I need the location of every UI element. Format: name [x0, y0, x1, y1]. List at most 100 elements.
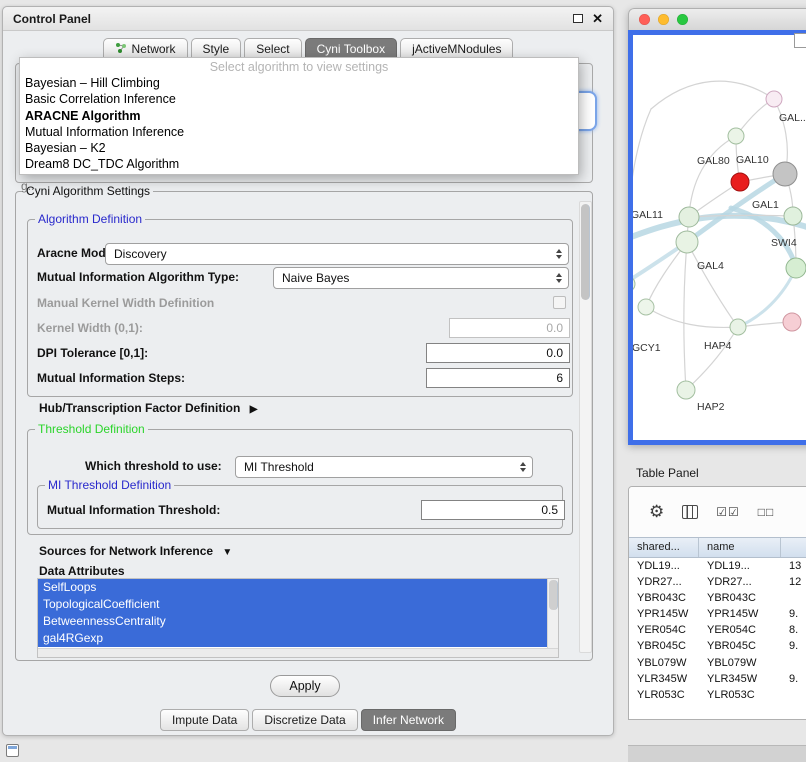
manual-kernel-checkbox[interactable] — [553, 296, 566, 309]
network-node[interactable] — [783, 313, 801, 331]
collapsed-arrow-icon[interactable]: ▶ — [250, 404, 258, 415]
hub-section-toggle[interactable]: Hub/Transcription Factor Definition ▶ — [39, 401, 257, 415]
mi-type-label: Mutual Information Algorithm Type: — [37, 270, 239, 284]
network-node[interactable] — [676, 231, 698, 253]
control-panel-titlebar[interactable]: Control Panel ✕ — [3, 7, 613, 31]
sources-section-toggle[interactable]: Sources for Network Inference ▼ — [39, 544, 232, 558]
table-row[interactable]: YBR043CYBR043C — [629, 590, 806, 606]
table-panel-title: Table Panel — [636, 466, 699, 480]
algorithm-option-mutual-information-inference[interactable]: Mutual Information Inference — [20, 124, 578, 140]
tab-label: jActiveMNodules — [412, 42, 501, 56]
mi-type-select[interactable]: Naive Bayes — [273, 267, 569, 289]
attribute-item-topologicalcoefficient[interactable]: TopologicalCoefficient — [38, 596, 547, 613]
table-cell: 9. — [781, 607, 806, 623]
network-edge[interactable] — [687, 242, 738, 327]
expanded-arrow-icon[interactable]: ▼ — [222, 547, 232, 558]
table-row[interactable]: YDR27...YDR27...12 — [629, 574, 806, 590]
scrollbar-thumb[interactable] — [581, 204, 590, 300]
network-node[interactable] — [731, 173, 749, 191]
attribute-item-gal4rgexp[interactable]: gal4RGexp — [38, 630, 547, 647]
table-row[interactable]: YDL19...YDL19...13 — [629, 558, 806, 574]
close-icon[interactable]: ✕ — [592, 12, 603, 25]
attributes-vscrollbar[interactable] — [547, 579, 558, 648]
network-node[interactable] — [786, 258, 806, 278]
node-label: GCY1 — [633, 342, 661, 354]
network-node[interactable] — [679, 207, 699, 227]
node-label: GAL1 — [752, 199, 779, 211]
minimized-panel-icon[interactable] — [6, 744, 19, 757]
algorithm-option-dream8-dc-tdc-algorithm[interactable]: Dream8 DC_TDC Algorithm — [20, 156, 578, 172]
deselect-all-checkboxes-icon[interactable]: □□ — [758, 505, 775, 519]
network-icon — [115, 42, 127, 57]
bottom-tab-impute-data[interactable]: Impute Data — [160, 709, 249, 731]
table-cell: YDL19... — [699, 558, 781, 574]
network-canvas[interactable]: GAL...GAL80GAL10GAL11GAL1SWI4GAL4GCY1HAP… — [633, 35, 806, 440]
network-canvas-svg: GAL...GAL80GAL10GAL11GAL1SWI4GAL4GCY1HAP… — [633, 35, 806, 440]
control-panel-title: Control Panel — [13, 12, 91, 26]
table-row[interactable]: YBL079WYBL079W — [629, 655, 806, 671]
algorithm-option-bayesian-hill-climbing[interactable]: Bayesian – Hill Climbing — [20, 75, 578, 91]
manual-kernel-label: Manual Kernel Width Definition — [37, 296, 214, 310]
bottom-tab-infer-network[interactable]: Infer Network — [361, 709, 456, 731]
algorithm-option-aracne-algorithm[interactable]: ARACNE Algorithm — [20, 108, 578, 124]
which-threshold-select[interactable]: MI Threshold — [235, 456, 533, 478]
mi-steps-field[interactable]: 6 — [426, 368, 570, 388]
table-cell: YBL079W — [629, 655, 699, 671]
select-all-checkboxes-icon[interactable]: ☑☑ — [716, 505, 740, 519]
algorithm-option-basic-correlation-inference[interactable]: Basic Correlation Inference — [20, 91, 578, 107]
node-label: GAL80 — [697, 155, 730, 167]
apply-button[interactable]: Apply — [270, 675, 340, 697]
table-row[interactable]: YLR345WYLR345W9. — [629, 671, 806, 687]
network-edge[interactable] — [684, 242, 687, 390]
canvas-corner-widget[interactable] — [794, 33, 806, 48]
columns-icon[interactable] — [682, 505, 698, 519]
node-label: HAP2 — [697, 401, 725, 413]
aracne-mode-value: Discovery — [114, 247, 548, 261]
column-header[interactable] — [781, 538, 806, 557]
network-edge[interactable] — [686, 327, 738, 390]
settings-scrollbar[interactable] — [579, 201, 592, 653]
table-header-row: shared...name — [629, 537, 806, 558]
table-row[interactable]: YPR145WYPR145W9. — [629, 607, 806, 623]
node-label: GAL10 — [736, 154, 769, 166]
attribute-item-selfloops[interactable]: SelfLoops — [38, 579, 547, 596]
network-node[interactable] — [638, 299, 654, 315]
network-edge[interactable] — [646, 307, 738, 327]
float-window-icon[interactable] — [573, 14, 583, 23]
tab-label: Impute Data — [172, 713, 237, 727]
zoom-traffic-light[interactable] — [677, 14, 688, 25]
network-window-titlebar[interactable] — [628, 8, 806, 30]
network-node[interactable] — [773, 162, 797, 186]
network-edge[interactable] — [646, 242, 687, 307]
algorithm-option-bayesian-k2[interactable]: Bayesian – K2 — [20, 140, 578, 156]
table-cell: YER054C — [699, 623, 781, 639]
column-header[interactable]: name — [699, 538, 781, 557]
network-node[interactable] — [677, 381, 695, 399]
table-body: YDL19...YDL19...13YDR27...YDR27...12YBR0… — [629, 558, 806, 704]
table-row[interactable]: YBR045CYBR045C9. — [629, 639, 806, 655]
attributes-hscrollbar[interactable] — [38, 648, 558, 657]
table-row[interactable]: YER054CYER054C8. — [629, 623, 806, 639]
table-panel: ⚙ ☑☑ □□ shared...name YDL19...YDL19...13… — [628, 486, 806, 720]
table-cell: 8. — [781, 623, 806, 639]
table-row[interactable]: YLR053CYLR053C — [629, 688, 806, 704]
data-attributes-list[interactable]: SelfLoopsTopologicalCoefficientBetweenne… — [37, 578, 559, 658]
column-header[interactable]: shared... — [629, 538, 699, 557]
kernel-width-field[interactable]: 0.0 — [449, 318, 570, 338]
bottom-tab-discretize-data[interactable]: Discretize Data — [252, 709, 357, 731]
aracne-mode-select[interactable]: Discovery — [105, 243, 569, 265]
attribute-item-betweennesscentrality[interactable]: BetweennessCentrality — [38, 613, 547, 630]
mi-threshold-field[interactable]: 0.5 — [421, 500, 565, 520]
network-node[interactable] — [730, 319, 746, 335]
network-edge[interactable] — [689, 136, 736, 217]
minimize-traffic-light[interactable] — [658, 14, 669, 25]
gear-icon[interactable]: ⚙ — [649, 502, 664, 522]
network-edge[interactable] — [651, 81, 774, 109]
network-node[interactable] — [784, 207, 802, 225]
table-cell: YLR053C — [699, 688, 781, 704]
close-traffic-light[interactable] — [639, 14, 650, 25]
network-node[interactable] — [766, 91, 782, 107]
tab-label: Network — [132, 42, 176, 56]
dpi-tolerance-field[interactable]: 0.0 — [426, 343, 570, 363]
network-node[interactable] — [728, 128, 744, 144]
